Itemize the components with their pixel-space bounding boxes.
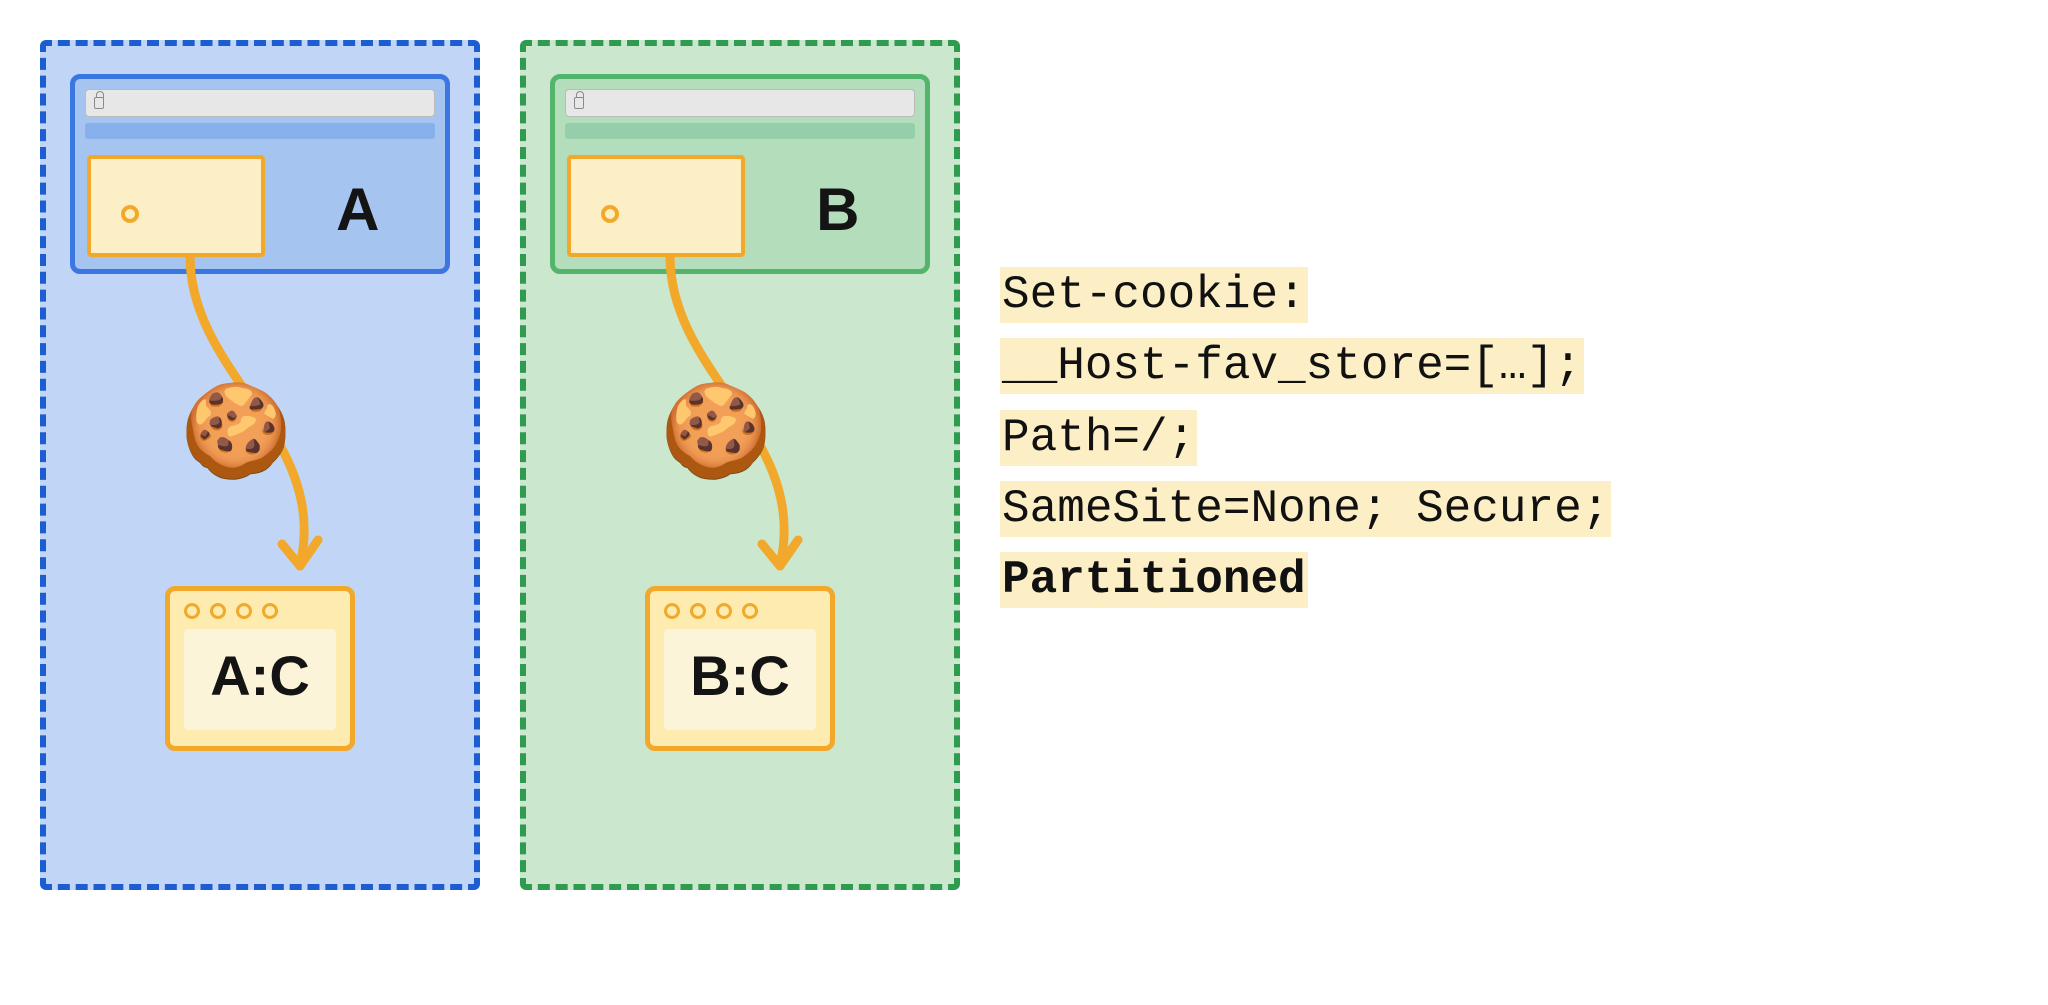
toolbar-strip (565, 123, 915, 139)
cookie-jar-a: A:C (165, 586, 355, 751)
jar-header-dots (650, 591, 830, 625)
top-level-site-label: B (751, 149, 925, 269)
toolbar-strip (85, 123, 435, 139)
lock-icon (94, 97, 104, 109)
partition-b: B 🍪 B:C (520, 40, 960, 890)
top-level-site-label: A (271, 149, 445, 269)
jar-partition-key: B:C (664, 629, 816, 730)
code-line: Set-cookie: (1000, 267, 1308, 323)
cookie-icon: 🍪 (180, 386, 292, 476)
lock-icon (574, 97, 584, 109)
cookie-jar-b: B:C (645, 586, 835, 751)
address-bar (85, 89, 435, 117)
address-bar (565, 89, 915, 117)
diagram-root: A 🍪 A:C B (40, 40, 2008, 890)
set-cookie-header-example: Set-cookie: __Host-fav_store=[…]; Path=/… (1000, 260, 1611, 616)
browser-window-a: A (70, 74, 450, 274)
code-line: SameSite=None; Secure; (1000, 481, 1611, 537)
embedded-iframe (87, 155, 265, 257)
partition-a: A 🍪 A:C (40, 40, 480, 890)
cookie-flow-arrow: 🍪 (150, 256, 370, 596)
jar-header-dots (170, 591, 350, 625)
code-line: Path=/; (1000, 410, 1197, 466)
cookie-icon: 🍪 (660, 386, 772, 476)
code-line: __Host-fav_store=[…]; (1000, 338, 1584, 394)
embedded-iframe (567, 155, 745, 257)
browser-window-b: B (550, 74, 930, 274)
code-line-partitioned: Partitioned (1000, 552, 1308, 608)
iframe-anchor-dot (121, 205, 139, 223)
cookie-flow-arrow: 🍪 (630, 256, 850, 596)
iframe-anchor-dot (601, 205, 619, 223)
jar-partition-key: A:C (184, 629, 336, 730)
